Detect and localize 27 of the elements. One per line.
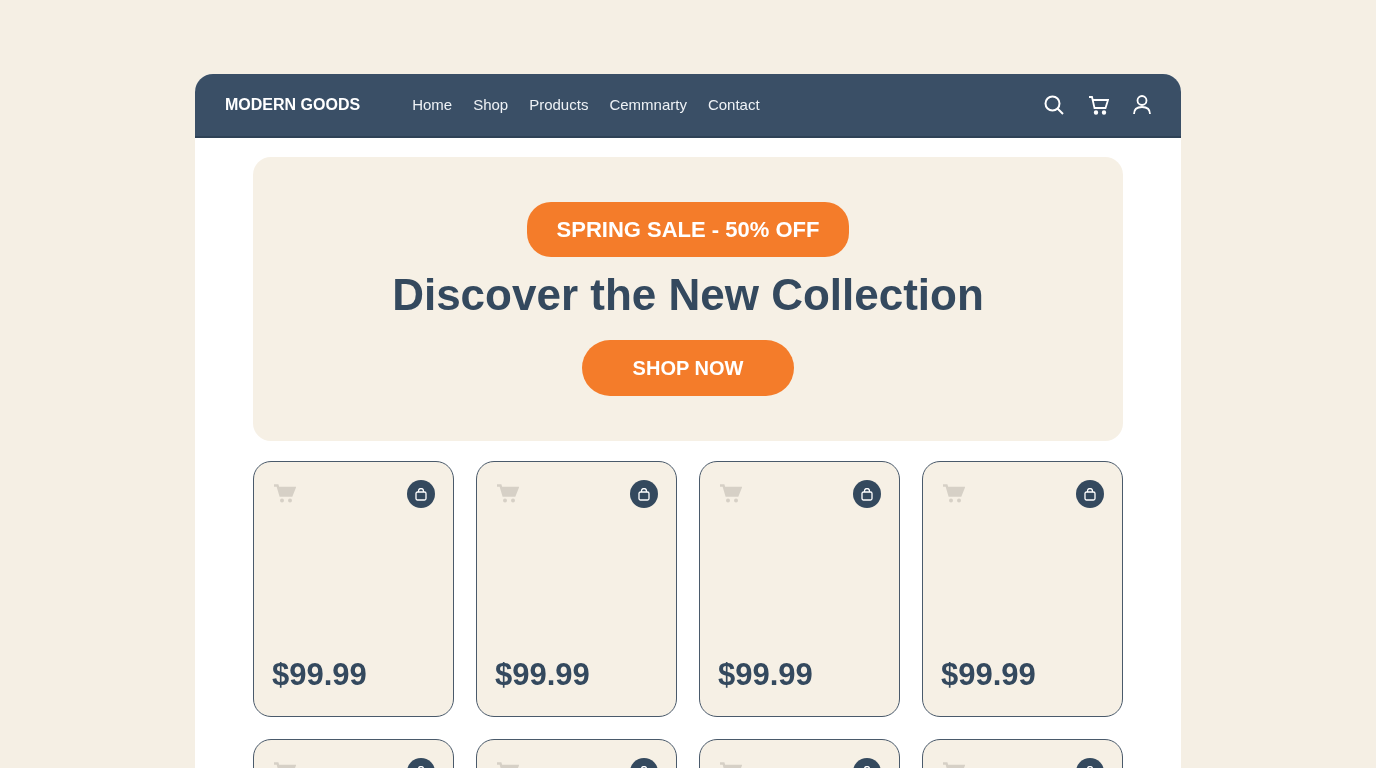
sale-badge: SPRING SALE - 50% OFF — [526, 202, 850, 258]
product-price: $99.99 — [718, 655, 814, 694]
product-price: $99.99 — [495, 655, 591, 694]
user-icon[interactable] — [1133, 95, 1151, 115]
nav-link[interactable]: Products — [529, 93, 589, 117]
cart-icon — [497, 484, 519, 503]
product-price: $99.99 — [272, 655, 368, 694]
product-card[interactable]: $99.99 — [699, 461, 900, 717]
cart-icon[interactable] — [1088, 95, 1109, 115]
bag-icon[interactable] — [630, 480, 658, 508]
nav-link[interactable]: Cemmnarty — [609, 93, 687, 117]
bag-icon[interactable] — [853, 480, 881, 508]
product-card[interactable]: $99.99 — [476, 461, 677, 717]
brand-name[interactable]: MODERN GOODS — [225, 93, 361, 117]
bag-icon[interactable] — [1076, 480, 1104, 508]
nav-link[interactable]: Contact — [707, 93, 760, 117]
product-card[interactable]: $99.99 — [922, 461, 1123, 717]
bag-icon[interactable] — [407, 480, 435, 508]
search-icon[interactable] — [1044, 95, 1064, 115]
product-card[interactable]: $99.99 — [253, 461, 454, 717]
hero-heading: Discover the New Collection — [392, 269, 984, 322]
product-price: $99.99 — [941, 655, 1037, 694]
cart-icon — [720, 484, 742, 503]
nav-link[interactable]: Home — [412, 93, 453, 117]
cart-icon — [943, 484, 965, 503]
cart-icon — [274, 484, 296, 503]
nav-link[interactable]: Shop — [473, 93, 509, 117]
